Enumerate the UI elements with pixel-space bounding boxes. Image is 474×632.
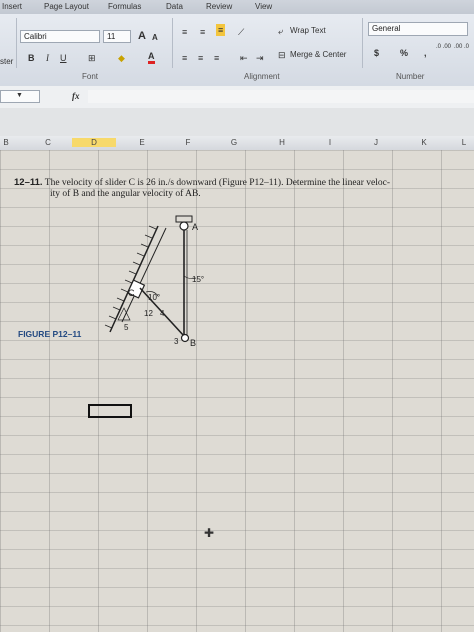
label-dim-12: 12 — [144, 309, 153, 318]
pin-a — [179, 221, 189, 231]
font-group-label: Font — [82, 72, 99, 81]
cursor-crosshair-icon: ✚ — [204, 526, 215, 540]
sheet-top-area — [0, 108, 474, 136]
formula-bar: ▼ fx — [0, 86, 474, 109]
align-center-icon[interactable]: ≡ — [198, 52, 203, 64]
ribbon-tabs: Insert Page Layout Formulas Data Review … — [0, 0, 474, 14]
alignment-group-label: Alignment — [244, 72, 280, 81]
tab-data[interactable]: Data — [166, 2, 183, 11]
figure-caption: FIGURE P12–11 — [18, 329, 82, 339]
column-header-j[interactable]: J — [356, 138, 396, 147]
number-group-label: Number — [396, 72, 425, 81]
tab-insert[interactable]: Insert — [2, 2, 22, 11]
indent-decrease-icon[interactable]: ⇤ — [240, 52, 248, 64]
fill-color-icon[interactable]: ◆ — [118, 52, 125, 64]
label-angle-10: 10° — [148, 293, 160, 302]
column-header-c[interactable]: C — [28, 138, 68, 147]
label-slope-3: 3 — [174, 337, 179, 346]
underline-button[interactable]: U — [60, 52, 67, 64]
tab-formulas[interactable]: Formulas — [108, 2, 141, 11]
slot-line — [121, 227, 167, 323]
decrease-decimal-button[interactable]: .00 .0 — [454, 44, 470, 51]
label-slope-5: 5 — [124, 323, 129, 332]
divider — [172, 18, 173, 68]
align-bottom-icon[interactable]: ≡ — [216, 24, 226, 36]
active-cell-outline[interactable] — [88, 404, 132, 418]
problem-statement: 12–11. The velocity of slider C is 26 in… — [14, 177, 454, 200]
column-header-f[interactable]: F — [168, 138, 208, 147]
font-color-button[interactable]: A — [148, 51, 155, 64]
label-angle-15: 15° — [192, 275, 204, 284]
column-header-g[interactable]: G — [214, 138, 254, 147]
formula-input[interactable] — [88, 90, 474, 103]
tab-page-layout[interactable]: Page Layout — [44, 2, 89, 11]
wrap-text-icon: ⤶ — [278, 26, 284, 36]
cell-grid[interactable] — [0, 150, 474, 632]
comma-icon[interactable]: , — [424, 47, 427, 59]
currency-button[interactable]: $ — [374, 47, 379, 59]
problem-text-line2: ity of B and the angular velocity of AB. — [50, 189, 201, 199]
fx-button[interactable]: fx — [72, 90, 80, 102]
divider — [16, 18, 17, 68]
mechanism-figure: A B C 15° 10° 12 4 3 5 — [104, 215, 204, 348]
align-right-icon[interactable]: ≡ — [214, 52, 219, 64]
label-dim-4: 4 — [160, 309, 165, 318]
orientation-icon[interactable]: ⟋ — [238, 26, 244, 38]
label-c: C — [128, 288, 135, 298]
shrink-font-button[interactable]: A — [152, 32, 158, 44]
column-header-l[interactable]: L — [454, 138, 474, 147]
name-box-dropdown-icon[interactable]: ▼ — [16, 90, 23, 102]
align-top-icon[interactable]: ≡ — [182, 26, 187, 38]
merge-center-button[interactable]: Merge & Center — [290, 49, 346, 61]
column-header-i[interactable]: I — [310, 138, 350, 147]
merge-center-icon: ⊟ — [278, 50, 286, 60]
borders-icon[interactable]: ⊞ — [88, 52, 96, 64]
column-header-b[interactable]: B — [0, 138, 12, 147]
font-name-select[interactable]: Calibri — [20, 30, 100, 43]
ribbon: ster Calibri 11 A A B I U ⊞ ◆ A Font ≡ ≡… — [0, 14, 474, 87]
tab-view[interactable]: View — [255, 2, 272, 11]
bold-button[interactable]: B — [28, 52, 35, 64]
divider — [362, 18, 363, 68]
column-header-e[interactable]: E — [122, 138, 162, 147]
increase-decimal-button[interactable]: .0 .00 — [436, 44, 452, 51]
problem-text-line1: The velocity of slider C is 26 in./s dow… — [44, 178, 391, 188]
pin-b — [180, 333, 190, 343]
align-left-icon[interactable]: ≡ — [182, 52, 187, 64]
column-header-k[interactable]: K — [404, 138, 444, 147]
column-headers: B C D E F G H I J K L — [0, 136, 474, 151]
column-header-d[interactable]: D — [72, 138, 116, 147]
font-size-value: 11 — [107, 32, 116, 41]
indent-increase-icon[interactable]: ⇥ — [256, 52, 264, 64]
column-header-h[interactable]: H — [262, 138, 302, 147]
grow-font-button[interactable]: A — [138, 30, 146, 42]
paste-label[interactable]: ster — [0, 56, 13, 68]
font-size-select[interactable]: 11 — [103, 30, 131, 43]
number-format-value: General — [372, 24, 401, 33]
label-a: A — [192, 222, 198, 232]
align-middle-icon[interactable]: ≡ — [200, 26, 205, 38]
percent-button[interactable]: % — [400, 47, 408, 59]
tab-review[interactable]: Review — [206, 2, 232, 11]
italic-button[interactable]: I — [46, 52, 49, 64]
number-format-select[interactable]: General — [368, 22, 468, 36]
wrap-text-button[interactable]: Wrap Text — [290, 25, 326, 37]
support-a — [175, 215, 193, 223]
font-name-value: Calibri — [24, 32, 47, 41]
label-b: B — [190, 338, 196, 348]
problem-number: 12–11. — [14, 177, 43, 188]
